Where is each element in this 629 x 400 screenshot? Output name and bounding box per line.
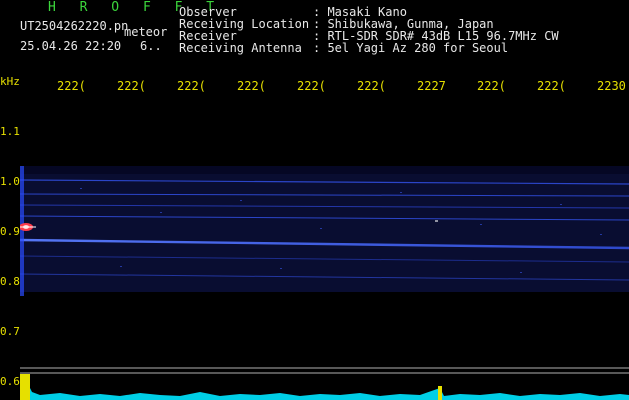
y-tick: 1.0 xyxy=(0,175,20,188)
x-tick: 222( xyxy=(237,79,266,93)
x-tick: 222( xyxy=(177,79,206,93)
file-extra: 6.. xyxy=(140,39,162,53)
x-tick: 222( xyxy=(477,79,506,93)
x-tick: 222( xyxy=(57,79,86,93)
signal-strength-strip xyxy=(20,374,629,400)
antenna-label: Receiving Antenna xyxy=(179,41,302,55)
antenna-value: : 5el Yagi Az 280 for Seoul xyxy=(313,41,509,55)
x-tick: 222( xyxy=(117,79,146,93)
spectrogram-plot xyxy=(20,96,629,374)
y-tick: 0.7 xyxy=(0,325,20,338)
y-tick: 0.9 xyxy=(0,225,20,238)
meteor-peak xyxy=(20,374,30,400)
noise-band xyxy=(20,174,629,292)
x-tick: 222( xyxy=(297,79,326,93)
noise-band-edge xyxy=(20,166,629,174)
x-tick: 222( xyxy=(537,79,566,93)
file-datetime: 25.04.26 22:20 xyxy=(20,39,122,53)
y-tick: 0.6 xyxy=(0,375,20,388)
x-tick: 222( xyxy=(357,79,386,93)
y-axis-unit: kHz xyxy=(0,75,20,88)
y-tick: 0.8 xyxy=(0,275,20,288)
x-tick: 2230 xyxy=(597,79,626,93)
secondary-peak xyxy=(438,386,442,400)
file-name: UT2504262220.pn xyxy=(20,19,129,33)
file-type: meteor xyxy=(124,25,168,39)
y-tick: 1.1 xyxy=(0,125,20,138)
x-tick: 2227 xyxy=(417,79,446,93)
